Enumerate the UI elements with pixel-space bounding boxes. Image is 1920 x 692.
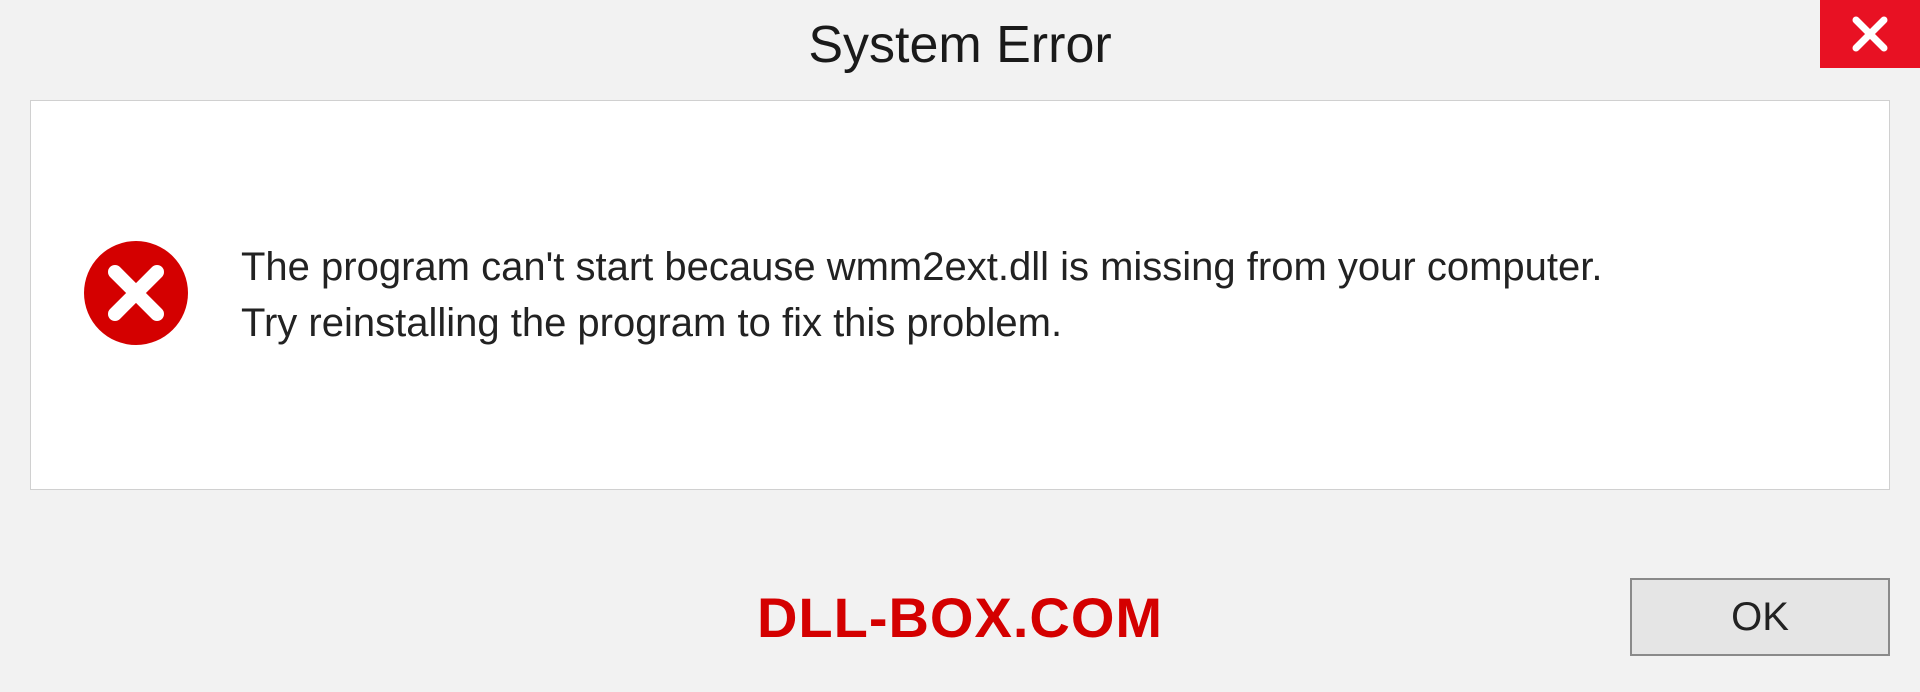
close-icon <box>1850 14 1890 54</box>
title-bar: System Error <box>0 0 1920 90</box>
close-button[interactable] <box>1820 0 1920 68</box>
message-line-1: The program can't start because wmm2ext.… <box>241 239 1839 295</box>
dialog-title: System Error <box>808 15 1111 75</box>
message-line-2: Try reinstalling the program to fix this… <box>241 295 1839 351</box>
error-message: The program can't start because wmm2ext.… <box>241 239 1839 351</box>
ok-button-label: OK <box>1731 595 1789 640</box>
footer-row: DLL-BOX.COM OK <box>30 572 1890 662</box>
error-icon <box>81 238 191 353</box>
ok-button[interactable]: OK <box>1630 578 1890 656</box>
content-panel: The program can't start because wmm2ext.… <box>30 100 1890 490</box>
brand-watermark: DLL-BOX.COM <box>757 585 1163 650</box>
